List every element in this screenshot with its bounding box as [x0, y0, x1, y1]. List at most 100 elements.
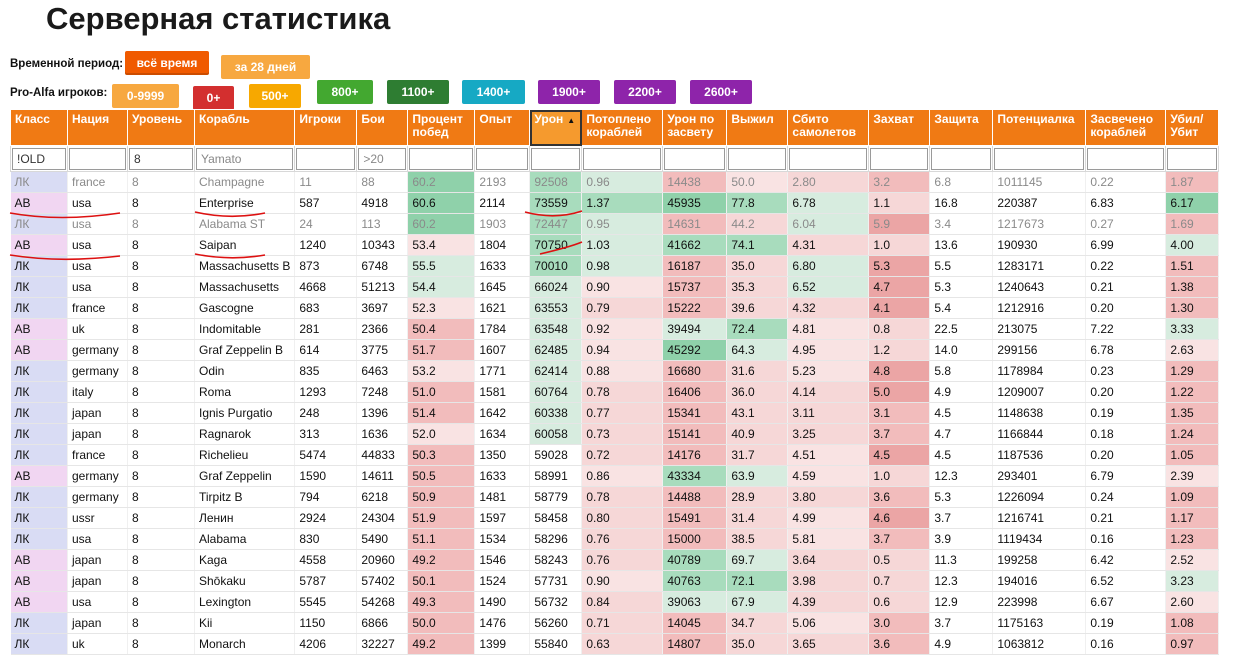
column-header-13[interactable]: Захват [868, 109, 931, 146]
column-filter-input-14[interactable] [931, 147, 992, 170]
players-filter-800plus-button[interactable]: 800+ [317, 80, 373, 104]
table-cell: 0.86 [581, 465, 664, 487]
table-row: ЛК ussr 8 Ленин 2924 24304 51.9 1597 58458 0.80 15… [10, 507, 1220, 529]
table-cell: АВ [10, 591, 68, 613]
column-filter-input-1[interactable] [69, 147, 126, 170]
column-header-14[interactable]: Защита [929, 109, 994, 146]
table-cell: 5.5 [929, 255, 994, 277]
table-cell: 8 [127, 486, 195, 508]
table-cell: 0.20 [1085, 444, 1167, 466]
column-filter-input-2[interactable] [129, 147, 193, 170]
table-cell: 51.4 [407, 402, 476, 424]
table-cell: 5.0 [868, 381, 931, 403]
table-cell: 2.60 [1165, 591, 1220, 613]
table-cell: 1209007 [992, 381, 1087, 403]
column-header-16[interactable]: Засвечено кораблей [1085, 109, 1167, 146]
column-filter-input-13[interactable] [870, 147, 929, 170]
table-cell: 293401 [992, 465, 1087, 487]
table-cell: 0.18 [1085, 423, 1167, 445]
players-filter-1100plus-button[interactable]: 1100+ [387, 80, 449, 104]
table-cell: 8 [127, 192, 195, 214]
table-cell: 70010 [529, 255, 583, 277]
column-header-8[interactable]: Урон ▲ [529, 109, 583, 146]
table-cell: 1645 [474, 276, 531, 298]
table-cell: 0.77 [581, 402, 664, 424]
table-cell: 53.4 [407, 234, 476, 256]
time-28-days-button[interactable]: за 28 дней [221, 55, 310, 79]
column-filter-input-11[interactable] [728, 147, 787, 170]
players-filter-500plus-button[interactable]: 500+ [249, 84, 301, 108]
column-header-2[interactable]: Уровень [127, 109, 195, 146]
column-filter-input-12[interactable] [789, 147, 868, 170]
players-filter-2200plus-button[interactable]: 2200+ [614, 80, 676, 104]
table-cell: 1212916 [992, 297, 1087, 319]
table-cell: 7.22 [1085, 318, 1167, 340]
table-cell: 4.6 [868, 507, 931, 529]
table-cell: japan [67, 612, 128, 634]
table-cell: 1063812 [992, 633, 1087, 655]
table-cell: 794 [294, 486, 358, 508]
table-cell: Ленин [194, 507, 296, 529]
column-header-3[interactable]: Корабль [193, 109, 296, 146]
column-header-7[interactable]: Опыт [474, 109, 531, 146]
table-cell: 16680 [662, 360, 728, 382]
table-row: АВ germany 8 Graf Zeppelin B 614 3775 51.7 1607… [10, 339, 1220, 361]
column-filter-input-4[interactable] [296, 147, 356, 170]
filter-cell [726, 145, 789, 172]
column-header-6[interactable]: Процент побед [407, 109, 476, 146]
table-cell: Enterprise [194, 192, 296, 214]
time-all-button[interactable]: всё время [125, 51, 209, 75]
table-cell: 1240643 [992, 276, 1087, 298]
column-header-5[interactable]: Бои [356, 109, 409, 146]
column-header-15[interactable]: Потенциалка [992, 109, 1087, 146]
column-header-12[interactable]: Сбито самолетов [787, 109, 870, 146]
table-cell: 0.79 [581, 297, 664, 319]
table-cell: 0.98 [581, 255, 664, 277]
filter-cell [294, 145, 358, 172]
table-cell: 1607 [474, 339, 531, 361]
column-filter-input-8[interactable] [531, 147, 581, 170]
column-header-9[interactable]: Потоплено кораблей [581, 109, 664, 146]
column-header-4[interactable]: Игроки [294, 109, 358, 146]
column-filter-input-17[interactable] [1167, 147, 1218, 170]
players-filter-all-button[interactable]: 0-9999 [112, 84, 179, 108]
players-filter-2600plus-button[interactable]: 2600+ [690, 80, 752, 104]
column-filter-input-16[interactable] [1087, 147, 1165, 170]
players-filter-1400plus-button[interactable]: 1400+ [462, 80, 525, 104]
table-cell: ЛК [10, 360, 68, 382]
column-header-10[interactable]: Урон по засвету [662, 109, 728, 146]
table-cell: 14.0 [929, 339, 994, 361]
column-filter-input-10[interactable] [664, 147, 726, 170]
column-filter-input-3[interactable] [196, 147, 294, 170]
table-cell: 14807 [662, 633, 728, 655]
table-cell: 4.7 [868, 276, 931, 298]
table-cell: 10343 [356, 234, 409, 256]
table-cell: Champagne [194, 171, 296, 193]
column-header-0[interactable]: Класс [10, 109, 68, 146]
column-filter-input-5[interactable] [358, 147, 407, 170]
players-filter-0plus-button[interactable]: 0+ [193, 86, 234, 110]
column-filter-input-15[interactable] [994, 147, 1085, 170]
table-cell: ЛК [10, 444, 68, 466]
table-cell: 51.7 [407, 339, 476, 361]
column-header-1[interactable]: Нация [67, 109, 128, 146]
table-cell: 50.4 [407, 318, 476, 340]
table-cell: 4.59 [787, 465, 870, 487]
players-filter-1900plus-button[interactable]: 1900+ [538, 80, 600, 104]
column-filter-input-0[interactable] [12, 147, 66, 170]
table-cell: 14438 [662, 171, 728, 193]
table-cell: 72.4 [726, 318, 789, 340]
table-cell: 55840 [529, 633, 583, 655]
table-cell: 4.9 [929, 633, 994, 655]
column-header-17[interactable]: Убил/ Убит [1165, 109, 1220, 146]
table-cell: 4.51 [787, 444, 870, 466]
table-cell: 60.2 [407, 213, 476, 235]
column-header-label: Потоплено кораблей [586, 112, 652, 139]
column-filter-input-7[interactable] [476, 147, 529, 170]
table-cell: 16187 [662, 255, 728, 277]
column-header-11[interactable]: Выжил [726, 109, 789, 146]
column-filter-input-9[interactable] [583, 147, 662, 170]
table-cell: 49.3 [407, 591, 476, 613]
column-filter-input-6[interactable] [409, 147, 474, 170]
table-cell: 3.9 [929, 528, 994, 550]
